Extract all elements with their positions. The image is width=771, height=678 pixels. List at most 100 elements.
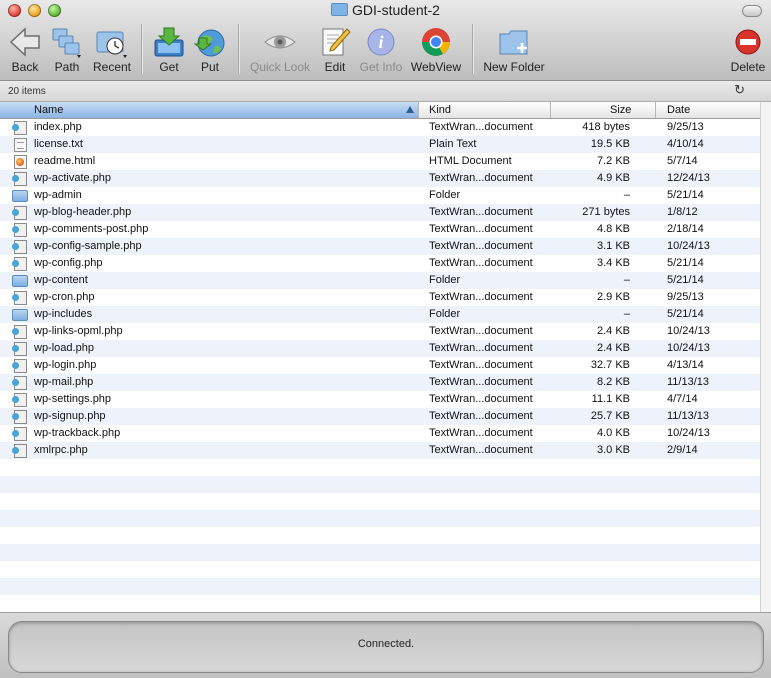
file-kind: TextWran...document bbox=[429, 172, 533, 184]
file-date: 2/18/14 bbox=[667, 223, 704, 235]
file-row[interactable]: wp-admin Folder – 5/21/14 bbox=[0, 187, 760, 204]
new-folder-button[interactable]: New Folder bbox=[482, 26, 546, 74]
file-date: 5/21/14 bbox=[667, 308, 704, 320]
back-button[interactable]: Back bbox=[6, 26, 44, 74]
webview-button[interactable]: WebView bbox=[410, 26, 462, 74]
file-date: 9/25/13 bbox=[667, 291, 704, 303]
edit-button[interactable]: Edit bbox=[316, 26, 354, 74]
column-divider[interactable] bbox=[655, 102, 656, 118]
status-bar: Connected. bbox=[0, 612, 771, 678]
file-date: 11/13/13 bbox=[667, 410, 710, 422]
file-date: 10/24/13 bbox=[667, 427, 710, 439]
quick-look-button[interactable]: Quick Look bbox=[248, 26, 312, 74]
file-kind: TextWran...document bbox=[429, 121, 533, 133]
refresh-icon[interactable]: ↻ bbox=[734, 82, 745, 98]
file-kind: Folder bbox=[429, 189, 461, 201]
file-row[interactable]: wp-config-sample.php TextWran...document 3… bbox=[0, 238, 760, 255]
file-date: 10/24/13 bbox=[667, 240, 710, 252]
delete-button[interactable]: Delete bbox=[728, 26, 768, 74]
column-header-name[interactable]: Name bbox=[0, 102, 418, 118]
file-row[interactable]: license.txt Plain Text 19.5 KB 4/10/14 bbox=[0, 136, 760, 153]
folder-icon bbox=[12, 190, 28, 202]
get-button[interactable]: Get bbox=[150, 26, 188, 74]
column-header-date[interactable]: Date bbox=[667, 104, 690, 116]
file-row[interactable]: wp-includes Folder – 5/21/14 bbox=[0, 306, 760, 323]
column-header-kind[interactable]: Kind bbox=[429, 104, 451, 116]
file-row[interactable]: wp-mail.php TextWran...document 8.2 KB 11/1… bbox=[0, 374, 760, 391]
file-size: – bbox=[623, 189, 630, 201]
file-date: 11/13/13 bbox=[667, 376, 710, 388]
status-well: Connected. bbox=[8, 621, 764, 673]
new-folder-icon bbox=[497, 26, 531, 58]
file-name: wp-trackback.php bbox=[34, 427, 121, 439]
recent-folder-clock-icon bbox=[95, 26, 129, 58]
column-divider[interactable] bbox=[550, 102, 551, 118]
php-file-icon bbox=[12, 121, 27, 135]
file-row[interactable]: wp-cron.php TextWran...document 2.9 KB 9/25… bbox=[0, 289, 760, 306]
file-size: 4.9 KB bbox=[596, 172, 630, 184]
connection-status: Connected. bbox=[357, 638, 415, 650]
file-date: 4/10/14 bbox=[667, 138, 704, 150]
file-row[interactable]: readme.html HTML Document 7.2 KB 5/7/14 bbox=[0, 153, 760, 170]
file-row[interactable]: xmlrpc.php TextWran...document 3.0 KB 2/9/1… bbox=[0, 442, 760, 459]
sort-ascending-icon bbox=[406, 106, 414, 113]
file-row[interactable]: wp-config.php TextWran...document 3.4 KB 5/… bbox=[0, 255, 760, 272]
file-date: 5/21/14 bbox=[667, 257, 704, 269]
column-header-size[interactable]: Size bbox=[610, 104, 631, 116]
file-name: wp-signup.php bbox=[34, 410, 106, 422]
file-kind: TextWran...document bbox=[429, 325, 533, 337]
file-size: 3.4 KB bbox=[596, 257, 630, 269]
folder-icon bbox=[12, 309, 28, 321]
php-file-icon bbox=[12, 359, 27, 373]
file-size: 4.8 KB bbox=[596, 223, 630, 235]
toolbar-toggle-button[interactable] bbox=[742, 5, 762, 17]
file-kind: Folder bbox=[429, 308, 461, 320]
window-title: GDI-student-2 bbox=[0, 2, 771, 18]
file-row[interactable]: wp-blog-header.php TextWran...document 271… bbox=[0, 204, 760, 221]
file-row[interactable]: wp-activate.php TextWran...document 4.9 KB… bbox=[0, 170, 760, 187]
back-arrow-icon bbox=[8, 26, 42, 58]
file-row[interactable]: wp-comments-post.php TextWran...document 4… bbox=[0, 221, 760, 238]
file-name: wp-content bbox=[34, 274, 88, 286]
empty-row bbox=[0, 578, 760, 595]
put-button[interactable]: Put bbox=[192, 26, 228, 74]
file-name: wp-login.php bbox=[34, 359, 97, 371]
file-size: 32.7 KB bbox=[590, 359, 630, 371]
file-name: index.php bbox=[34, 121, 82, 133]
get-info-button[interactable]: i Get Info bbox=[358, 26, 404, 74]
file-row[interactable]: wp-trackback.php TextWran...document 4.0 K… bbox=[0, 425, 760, 442]
php-file-icon bbox=[12, 291, 27, 305]
file-row[interactable]: wp-settings.php TextWran...document 11.1 K… bbox=[0, 391, 760, 408]
file-date: 10/24/13 bbox=[667, 325, 710, 337]
file-size: – bbox=[623, 274, 630, 286]
item-count: 20 items bbox=[8, 86, 46, 97]
file-row[interactable]: wp-login.php TextWran...document 32.7 KB 4/… bbox=[0, 357, 760, 374]
file-size: 2.9 KB bbox=[596, 291, 630, 303]
column-divider[interactable] bbox=[418, 102, 419, 118]
file-name: xmlrpc.php bbox=[34, 444, 88, 456]
toolbar: GDI-student-2 Back Path Recent Get Put Q… bbox=[0, 0, 771, 81]
file-name: readme.html bbox=[34, 155, 96, 167]
file-kind: Folder bbox=[429, 274, 461, 286]
empty-row bbox=[0, 510, 760, 527]
file-name: wp-comments-post.php bbox=[34, 223, 149, 235]
file-row[interactable]: wp-signup.php TextWran...document 25.7 KB 1… bbox=[0, 408, 760, 425]
file-row[interactable]: wp-links-opml.php TextWran...document 2.4 … bbox=[0, 323, 760, 340]
toolbar-separator bbox=[472, 24, 473, 74]
path-button[interactable]: Path bbox=[48, 26, 86, 74]
file-kind: TextWran...document bbox=[429, 240, 533, 252]
file-row[interactable]: wp-content Folder – 5/21/14 bbox=[0, 272, 760, 289]
file-row[interactable]: index.php TextWran...document 418 bytes 9/2… bbox=[0, 119, 760, 136]
file-name: wp-config-sample.php bbox=[34, 240, 142, 252]
file-kind: TextWran...document bbox=[429, 410, 533, 422]
file-kind: TextWran...document bbox=[429, 444, 533, 456]
file-date: 2/9/14 bbox=[667, 444, 698, 456]
info-icon: i bbox=[364, 26, 398, 58]
edit-pencil-icon bbox=[318, 26, 352, 58]
php-file-icon bbox=[12, 206, 27, 220]
vertical-scrollbar[interactable] bbox=[760, 102, 771, 612]
recent-button[interactable]: Recent bbox=[92, 26, 132, 74]
file-size: 3.0 KB bbox=[596, 444, 630, 456]
eye-icon bbox=[263, 26, 297, 58]
file-row[interactable]: wp-load.php TextWran...document 2.4 KB 10/2… bbox=[0, 340, 760, 357]
